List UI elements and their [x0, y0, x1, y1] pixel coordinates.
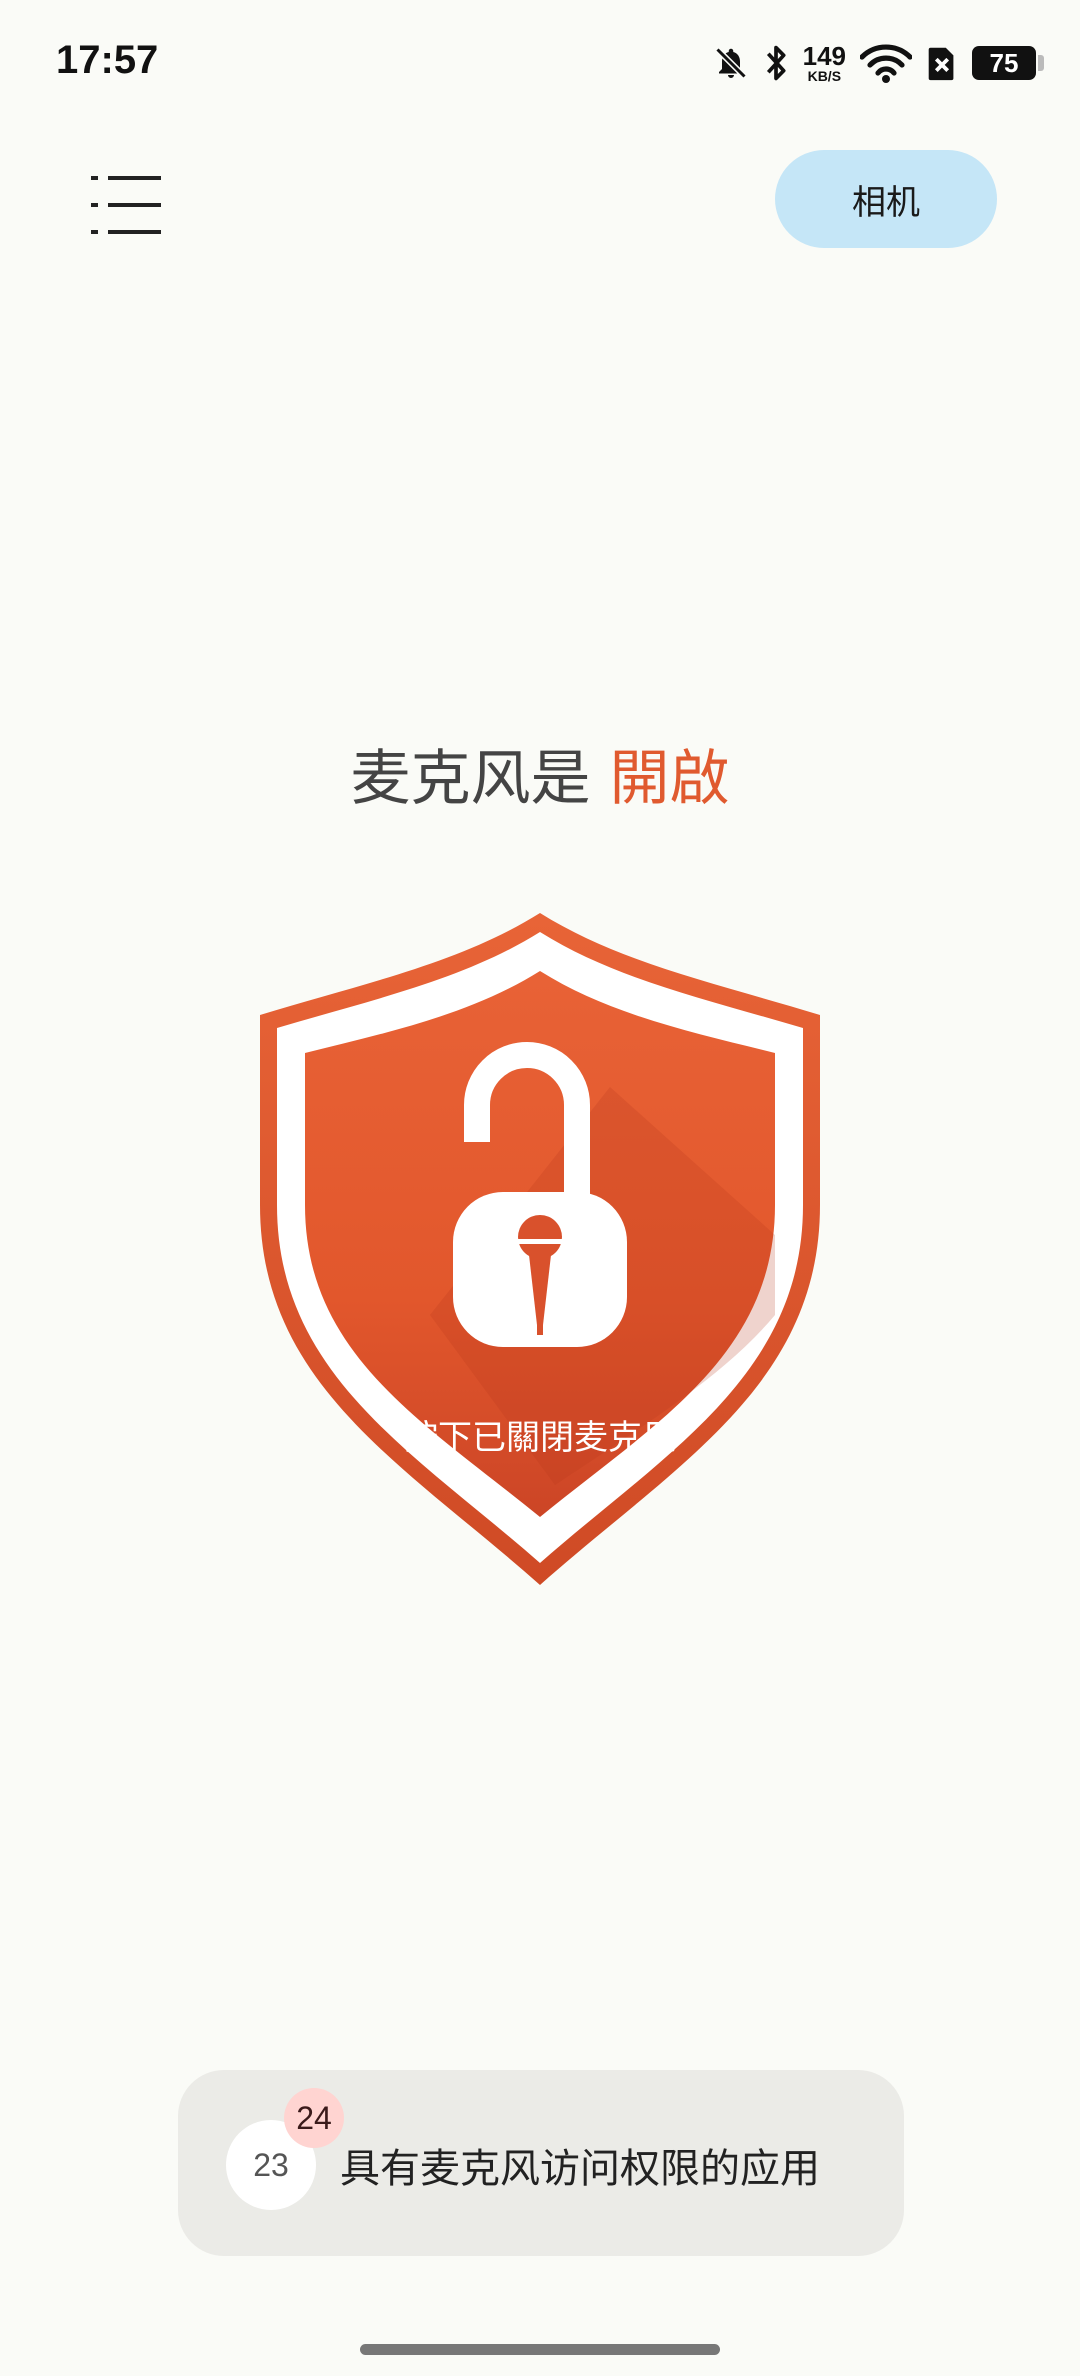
battery-icon: 75 — [972, 46, 1036, 80]
sim-off-icon — [926, 44, 958, 82]
apps-panel-label: 具有麦克风访问权限的应用 — [340, 2146, 820, 2192]
net-speed-value: 149 — [802, 41, 846, 71]
net-speed-unit: KB/S — [807, 68, 842, 84]
apps-with-mic-access-panel[interactable]: 23 24 具有麦克风访问权限的应用 — [178, 2070, 904, 2256]
shield-label: 按下已關閉麦克风 — [404, 1418, 676, 1458]
list-menu-icon[interactable] — [86, 170, 166, 240]
microphone-status-value: 開啟 — [609, 744, 730, 814]
camera-button[interactable]: 相机 — [775, 150, 997, 248]
notification-badge: 24 — [284, 2088, 344, 2148]
microphone-toggle-shield[interactable]: 按下已關閉麦克风 — [255, 905, 825, 1645]
net-speed: 149 KB/S — [803, 43, 846, 83]
home-indicator[interactable] — [360, 2344, 720, 2355]
battery-tip — [1038, 55, 1044, 71]
bluetooth-icon — [763, 43, 789, 83]
microphone-status-prefix: 麦克风是 — [350, 744, 610, 814]
microphone-status: 麦克风是 開啟 — [0, 730, 1080, 817]
bell-off-icon — [713, 44, 749, 82]
status-bar: 17:57 149 KB/S 75 — [0, 0, 1080, 120]
status-time: 17:57 — [56, 38, 159, 82]
status-icons: 149 KB/S 75 — [713, 38, 1044, 88]
wifi-icon — [860, 43, 912, 83]
